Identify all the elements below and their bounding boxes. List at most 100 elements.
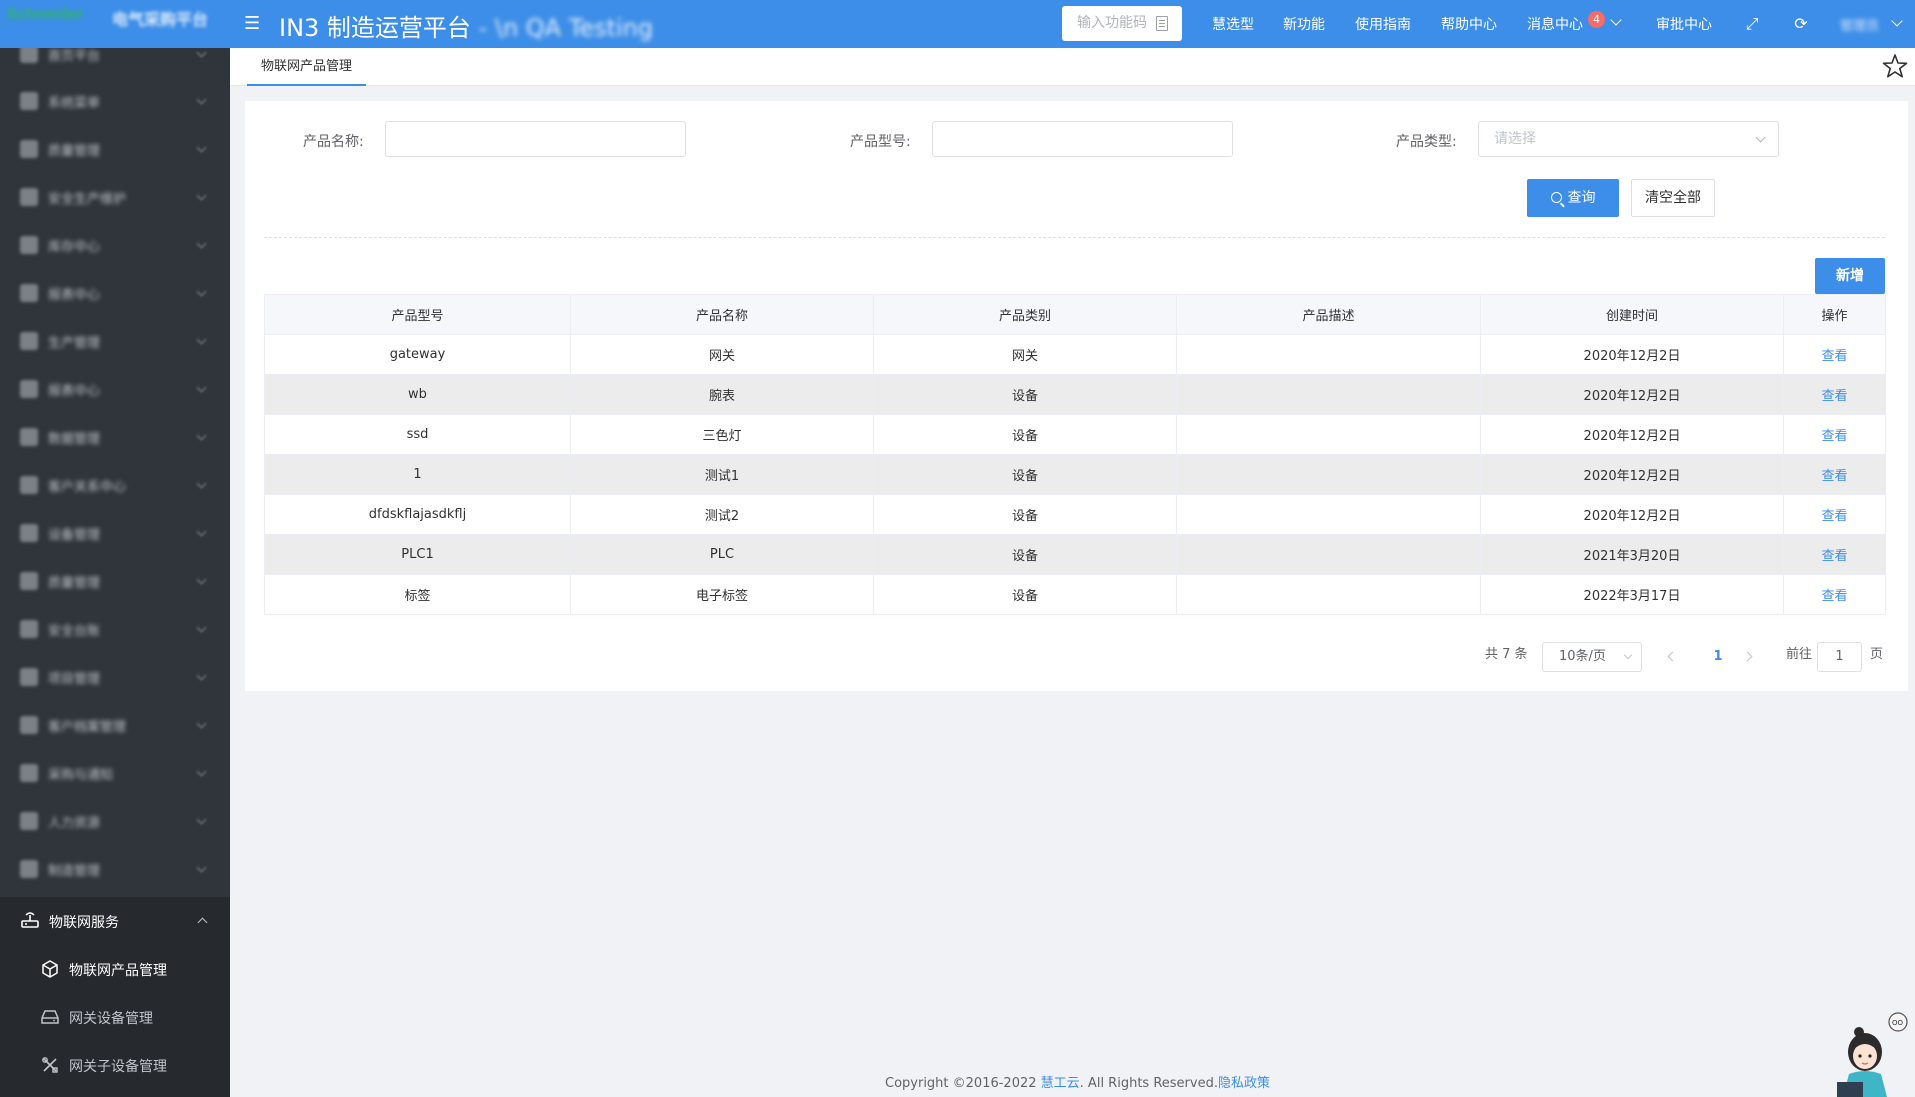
product-model-input[interactable] [932, 121, 1233, 157]
sidebar-item[interactable]: 系统菜单 [0, 77, 230, 125]
chevron-down-icon [1623, 650, 1633, 660]
column-header: 产品型号 [264, 294, 571, 335]
rights-text: . All Rights Reserved. [1079, 1076, 1218, 1091]
tab-strip: 物联网产品管理 [230, 48, 1915, 86]
refresh-icon[interactable]: ⟳ [1791, 14, 1811, 34]
view-link[interactable]: 查看 [1821, 469, 1847, 484]
chevron-down-icon [196, 814, 207, 825]
table-cell: wb [264, 374, 571, 415]
sidebar-item-label: 质量管理 [48, 576, 101, 591]
query-button[interactable]: 查询 [1527, 179, 1619, 217]
sidebar-item[interactable]: 报表中心 [0, 365, 230, 413]
nav-new-features[interactable]: 新功能 [1283, 14, 1325, 34]
nav-help-center[interactable]: 帮助中心 [1441, 14, 1497, 34]
sidebar-item[interactable]: 质量管理 [0, 125, 230, 173]
assistant-mascot-icon[interactable]: OO [1835, 1010, 1915, 1097]
menu-icon [20, 620, 38, 638]
sidebar-item[interactable]: 客户关系中心 [0, 461, 230, 509]
nav-approval-center[interactable]: 审批中心 [1656, 14, 1712, 34]
chevron-down-icon [196, 430, 207, 441]
sidebar-item-iot-product-management[interactable]: 物联网产品管理 [0, 945, 230, 993]
sidebar-item-gateway-device-management[interactable]: 网关设备管理 [0, 993, 230, 1041]
table-cell [1176, 334, 1481, 375]
view-link[interactable]: 查看 [1821, 349, 1847, 364]
logo-brand: Schneider [6, 6, 84, 23]
privacy-policy-link[interactable]: 隐私政策 [1218, 1076, 1270, 1091]
product-name-label: 产品名称: [303, 134, 364, 150]
table-cell: 设备 [873, 454, 1177, 495]
table-cell: dfdskflajasdkflj [264, 494, 571, 535]
view-link[interactable]: 查看 [1821, 549, 1847, 564]
view-link[interactable]: 查看 [1821, 589, 1847, 604]
table-row: wb 腕表 设备 2020年12月2日 查看 [264, 374, 1886, 415]
product-name-input[interactable] [385, 121, 686, 157]
logo[interactable]: Schneider 电气采购平台 [6, 6, 228, 30]
table-row: PLC1 PLC 设备 2021年3月20日 查看 [264, 534, 1886, 575]
tab-iot-product-management[interactable]: 物联网产品管理 [247, 56, 367, 86]
sidebar-item[interactable]: 安全生产维护 [0, 173, 230, 221]
menu-icon [20, 140, 38, 158]
view-link[interactable]: 查看 [1821, 509, 1847, 524]
sidebar-item[interactable]: 首页平台 [0, 48, 230, 78]
menu-icon [20, 284, 38, 302]
app-title: IN3 制造运营平台 - \n QA Testing [279, 8, 653, 43]
table-row: 标签 电子标签 设备 2022年3月17日 查看 [264, 574, 1886, 615]
table-cell: 网关 [570, 334, 874, 375]
sidebar-item[interactable]: 客户档案管理 [0, 701, 230, 749]
sidebar-item[interactable]: 库存中心 [0, 221, 230, 269]
goto-page-input[interactable]: 1 [1817, 642, 1862, 672]
sidebar-item[interactable]: 安全台账 [0, 605, 230, 653]
menu-icon [20, 48, 38, 63]
user-name[interactable]: 管理员 [1840, 15, 1879, 34]
nav-message-center[interactable]: 消息中心 [1527, 14, 1583, 34]
sidebar-item[interactable]: 设备管理 [0, 509, 230, 557]
view-link[interactable]: 查看 [1821, 389, 1847, 404]
menu-icon [20, 236, 38, 254]
sidebar-item-label: 安全生产维护 [48, 192, 127, 207]
function-code-input[interactable]: 输入功能码 [1062, 6, 1182, 41]
next-page-icon[interactable] [1742, 651, 1753, 662]
chevron-down-icon[interactable] [1610, 14, 1622, 26]
company-link[interactable]: 慧工云 [1041, 1076, 1080, 1091]
sidebar-subitem-label: 物联网产品管理 [69, 963, 167, 979]
sidebar-item[interactable]: 质量管理 [0, 557, 230, 605]
product-type-select[interactable]: 请选择 [1478, 121, 1779, 157]
table-cell: PLC [570, 534, 874, 575]
column-header: 产品类别 [873, 294, 1177, 335]
chevron-down-icon [196, 142, 207, 153]
nav-user-guide[interactable]: 使用指南 [1355, 14, 1411, 34]
sidebar-item[interactable]: 项目管理 [0, 653, 230, 701]
sidebar-item[interactable]: 生产管理 [0, 317, 230, 365]
clear-all-button[interactable]: 清空全部 [1631, 179, 1715, 217]
page-number-current[interactable]: 1 [1703, 642, 1733, 672]
page-size-select[interactable]: 10条/页 [1542, 642, 1642, 672]
table-cell [1176, 574, 1481, 615]
sidebar-item-label: 报表中心 [48, 288, 101, 303]
view-link[interactable]: 查看 [1821, 429, 1847, 444]
sidebar-item[interactable]: 数据管理 [0, 413, 230, 461]
nav-smart-selection[interactable]: 慧选型 [1212, 14, 1254, 34]
prev-page-icon[interactable] [1667, 651, 1678, 662]
table-cell: 查看 [1783, 414, 1886, 455]
table-cell [1176, 534, 1481, 575]
menu-icon [20, 812, 38, 830]
user-chevron-down-icon[interactable] [1891, 15, 1903, 27]
sidebar-item[interactable]: 人力资源 [0, 797, 230, 845]
add-button[interactable]: 新增 [1815, 258, 1885, 294]
sidebar-item[interactable]: 制造管理 [0, 845, 230, 893]
footer: Copyright ©2016-2022 慧工云. All Rights Res… [885, 1072, 1270, 1091]
sidebar-item[interactable]: 采购与通知 [0, 749, 230, 797]
sidebar-item-iot-services[interactable]: 物联网服务 [0, 897, 230, 945]
table-cell [1176, 374, 1481, 415]
menu-toggle-icon[interactable]: ☰ [244, 15, 262, 33]
sidebar-item-gateway-subdevice-management[interactable]: 网关子设备管理 [0, 1041, 230, 1089]
document-icon[interactable] [1156, 16, 1168, 31]
column-header: 产品名称 [570, 294, 874, 335]
favorite-star-icon[interactable] [1882, 53, 1908, 79]
table-cell: ssd [264, 414, 571, 455]
fullscreen-icon[interactable]: ⤢ [1742, 14, 1762, 34]
chevron-down-icon [196, 766, 207, 777]
top-bar: Schneider 电气采购平台 ☰ IN3 制造运营平台 - \n QA Te… [0, 0, 1915, 48]
sidebar-item-label: 采购与通知 [48, 768, 114, 783]
sidebar-item[interactable]: 报表中心 [0, 269, 230, 317]
